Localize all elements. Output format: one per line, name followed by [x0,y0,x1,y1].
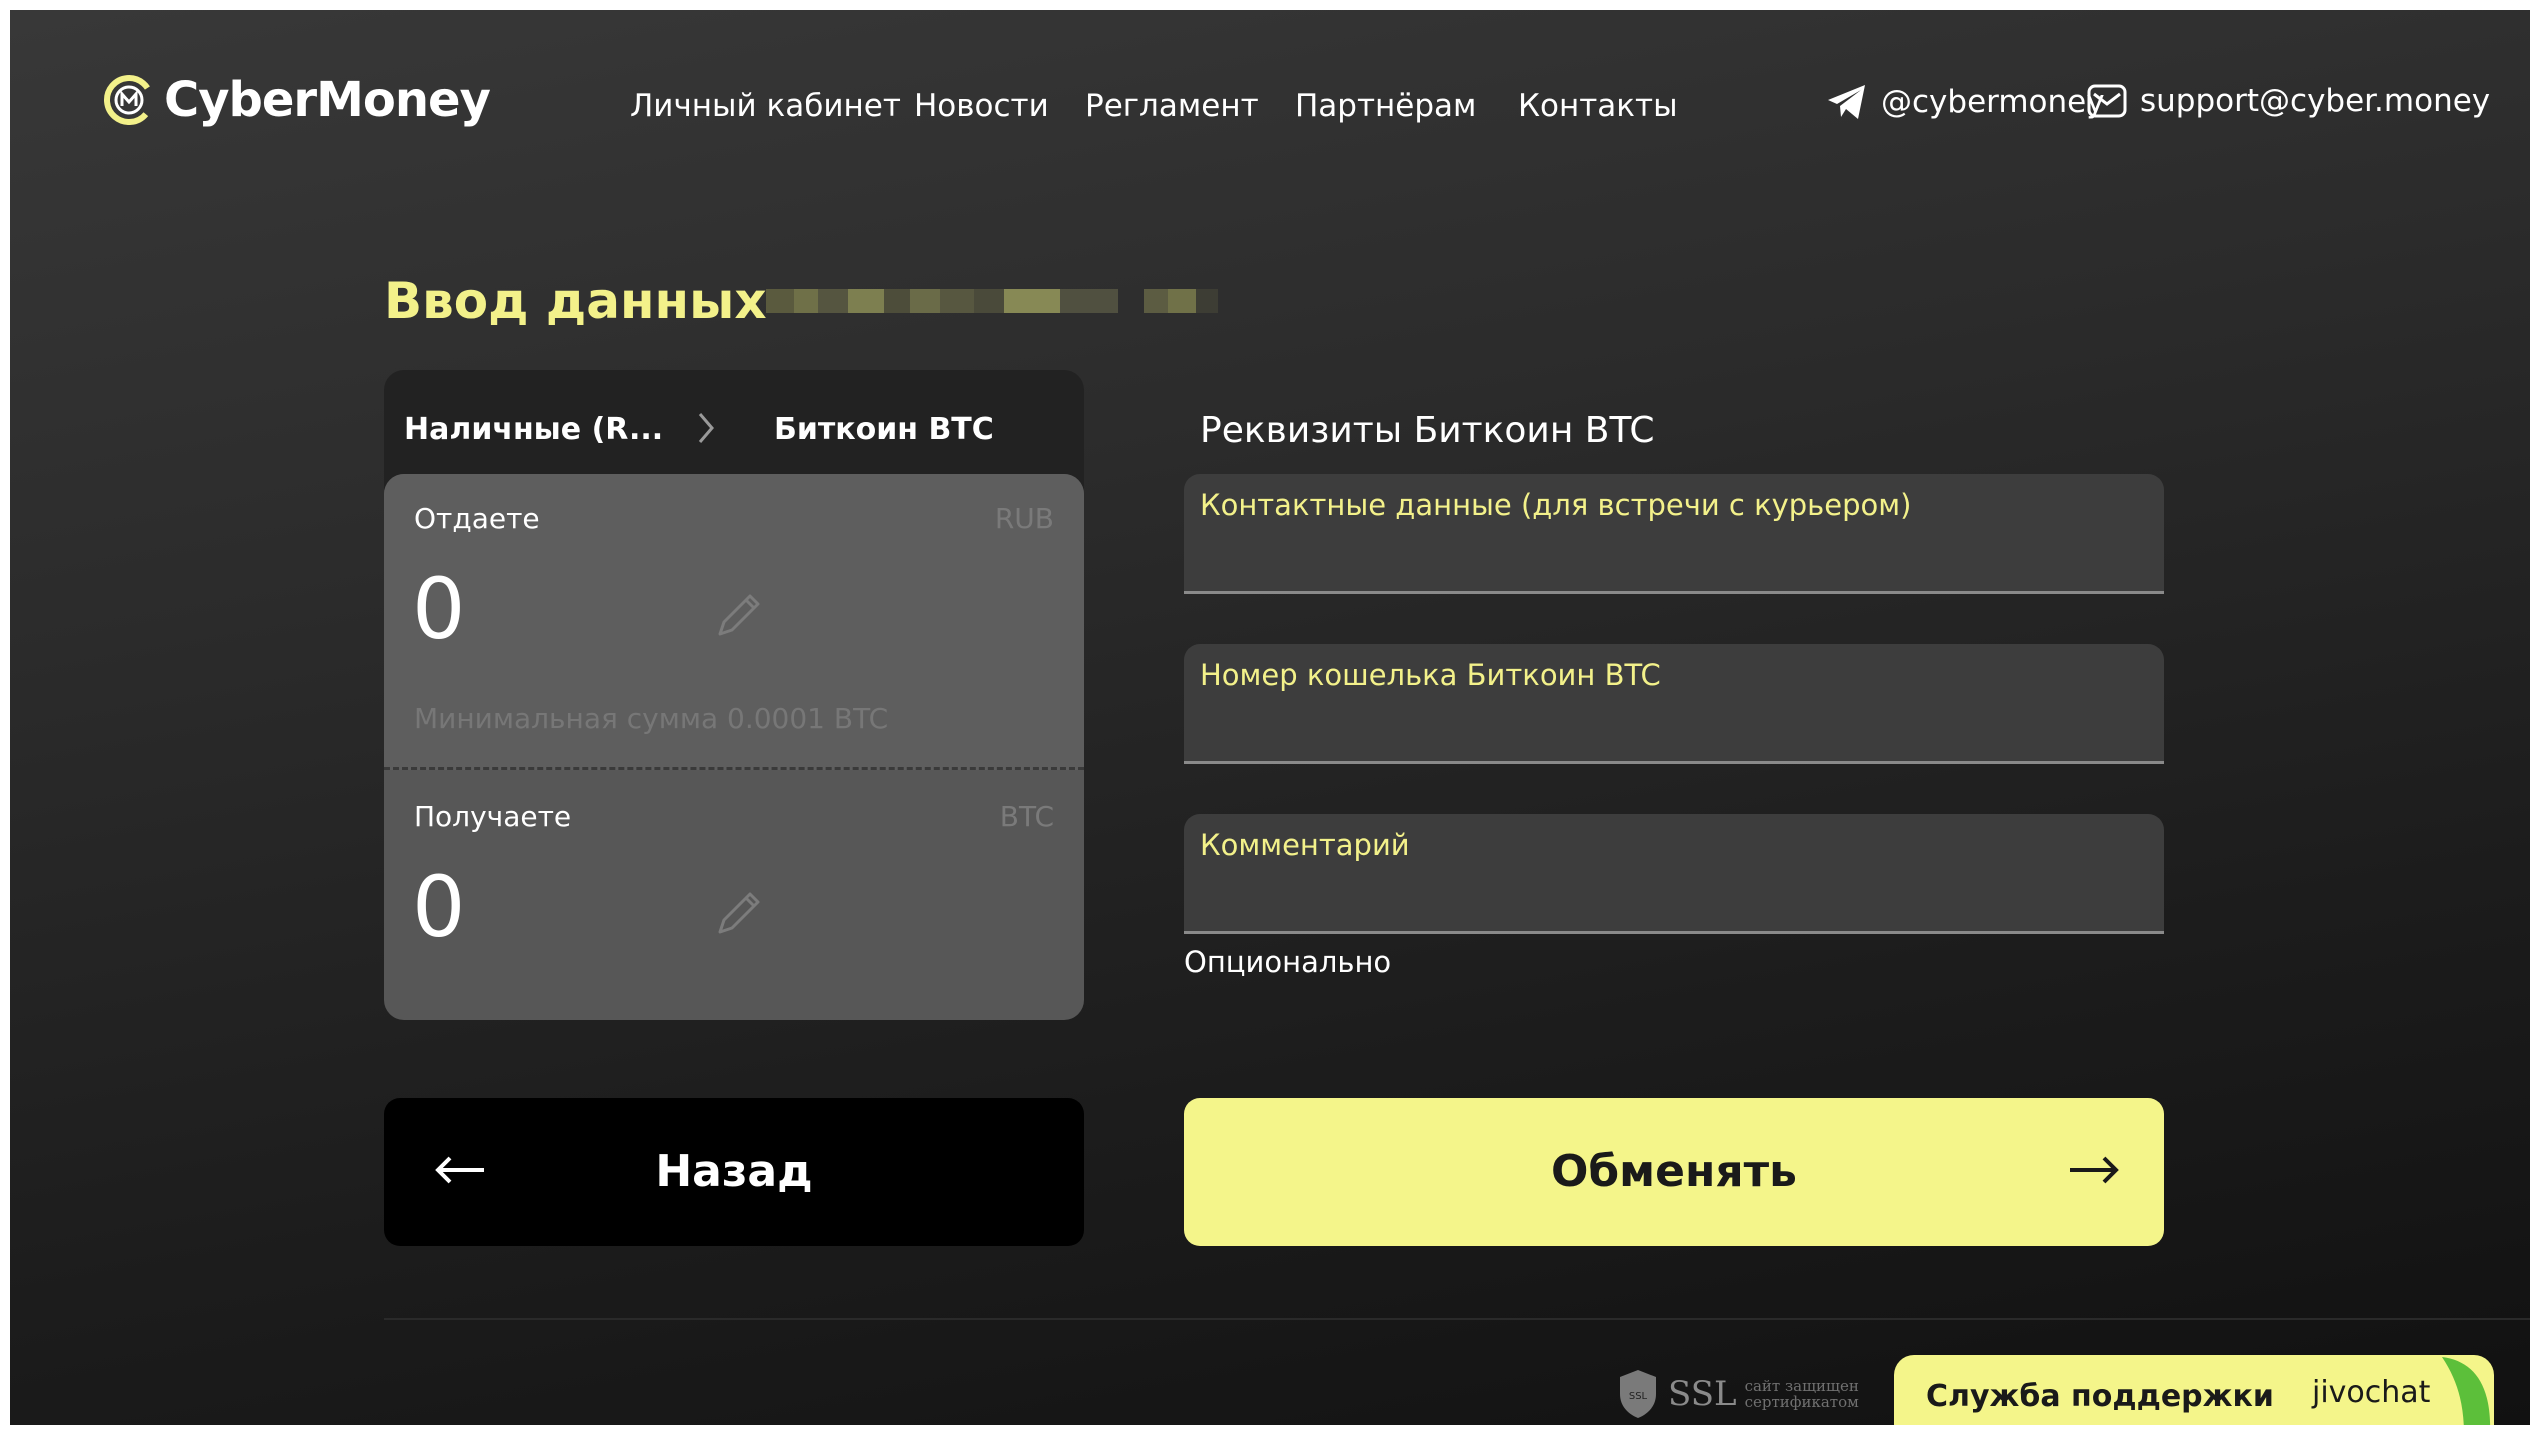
jivochat-logo: jivochat [2312,1375,2431,1410]
app-window: CyberMoney Личный кабинет Новости Реглам… [10,10,2530,1425]
nav-partners[interactable]: Партнёрам [1295,88,1476,124]
shield-ssl-text: SSL [1629,1391,1648,1402]
panel-divider [384,767,1084,770]
nav-contacts[interactable]: Контакты [1518,88,1678,124]
requisites-title: Реквизиты Биткоин BTC [1200,410,1655,451]
back-button-label: Назад [655,1146,813,1197]
from-currency[interactable]: Наличные (R... [404,412,663,447]
page-title: Ввод данных [384,272,767,330]
wallet-field[interactable]: Номер кошелька Биткоин BTC [1184,644,2164,764]
support-chat-label: Служба поддержки [1926,1379,2274,1414]
logo-text: CyberMoney [164,72,491,128]
contact-input[interactable] [1200,534,2140,578]
logo[interactable]: CyberMoney [102,72,491,128]
give-currency: RUB [994,502,1054,535]
receive-amount-input[interactable]: 0 [412,858,465,956]
telegram-icon [1828,85,1865,119]
nav-personal-account[interactable]: Личный кабинет [630,88,901,124]
shield-icon: SSL [1620,1370,1656,1418]
support-chat-widget[interactable]: Служба поддержки jivochat [1894,1355,2494,1425]
back-button[interactable]: Назад [384,1098,1084,1246]
chevron-right-icon [698,413,714,443]
leaf-icon [2442,1357,2491,1425]
ssl-sub-line-2: сертификатом [1744,1393,1859,1411]
ssl-sub-line-1: сайт защищен [1744,1377,1859,1395]
exchange-button-label: Обменять [1551,1146,1797,1197]
telegram-link[interactable]: @cybermoney [1825,82,2105,122]
comment-field[interactable]: Комментарий [1184,814,2164,934]
receive-currency: BTC [999,800,1054,833]
email-link[interactable]: support@cyber.money [2086,82,2490,120]
order-id-redacted [766,289,1118,313]
contact-field[interactable]: Контактные данные (для встречи с курьеро… [1184,474,2164,594]
arrow-right-icon [2070,1156,2119,1184]
pencil-icon[interactable] [710,588,766,644]
receive-label: Получаете [414,800,572,833]
currency-pair-header: Наличные (R... Биткоин BTC [384,370,1084,490]
comment-optional-hint: Опционально [1184,945,1392,979]
mail-icon [2087,84,2127,118]
order-suffix-redacted [1144,289,1218,313]
comment-field-label: Комментарий [1200,828,1410,862]
cybermoney-logo-icon [104,75,154,125]
contact-field-label: Контактные данные (для встречи с курьеро… [1200,488,1912,522]
nav-regulations[interactable]: Регламент [1085,88,1259,124]
telegram-handle: @cybermoney [1881,84,2105,120]
give-label: Отдаете [414,502,540,535]
amount-panel: Отдаете RUB 0 Минимальная сумма 0.0001 B… [384,474,1084,1020]
ssl-text: SSL [1668,1374,1737,1414]
min-amount-hint: Минимальная сумма 0.0001 BTC [414,702,889,735]
nav-news[interactable]: Новости [914,88,1049,124]
to-currency[interactable]: Биткоин BTC [774,412,994,447]
footer-divider [384,1318,2530,1320]
exchange-button[interactable]: Обменять [1184,1098,2164,1246]
wallet-input[interactable] [1200,704,2140,748]
pencil-icon[interactable] [710,886,766,942]
give-amount-input[interactable]: 0 [412,560,465,658]
wallet-field-label: Номер кошелька Биткоин BTC [1200,658,1661,692]
comment-input[interactable] [1200,874,2140,918]
ssl-badge: SSL SSL сайт защищен сертификатом [1616,1368,1859,1420]
support-email: support@cyber.money [2140,83,2491,119]
